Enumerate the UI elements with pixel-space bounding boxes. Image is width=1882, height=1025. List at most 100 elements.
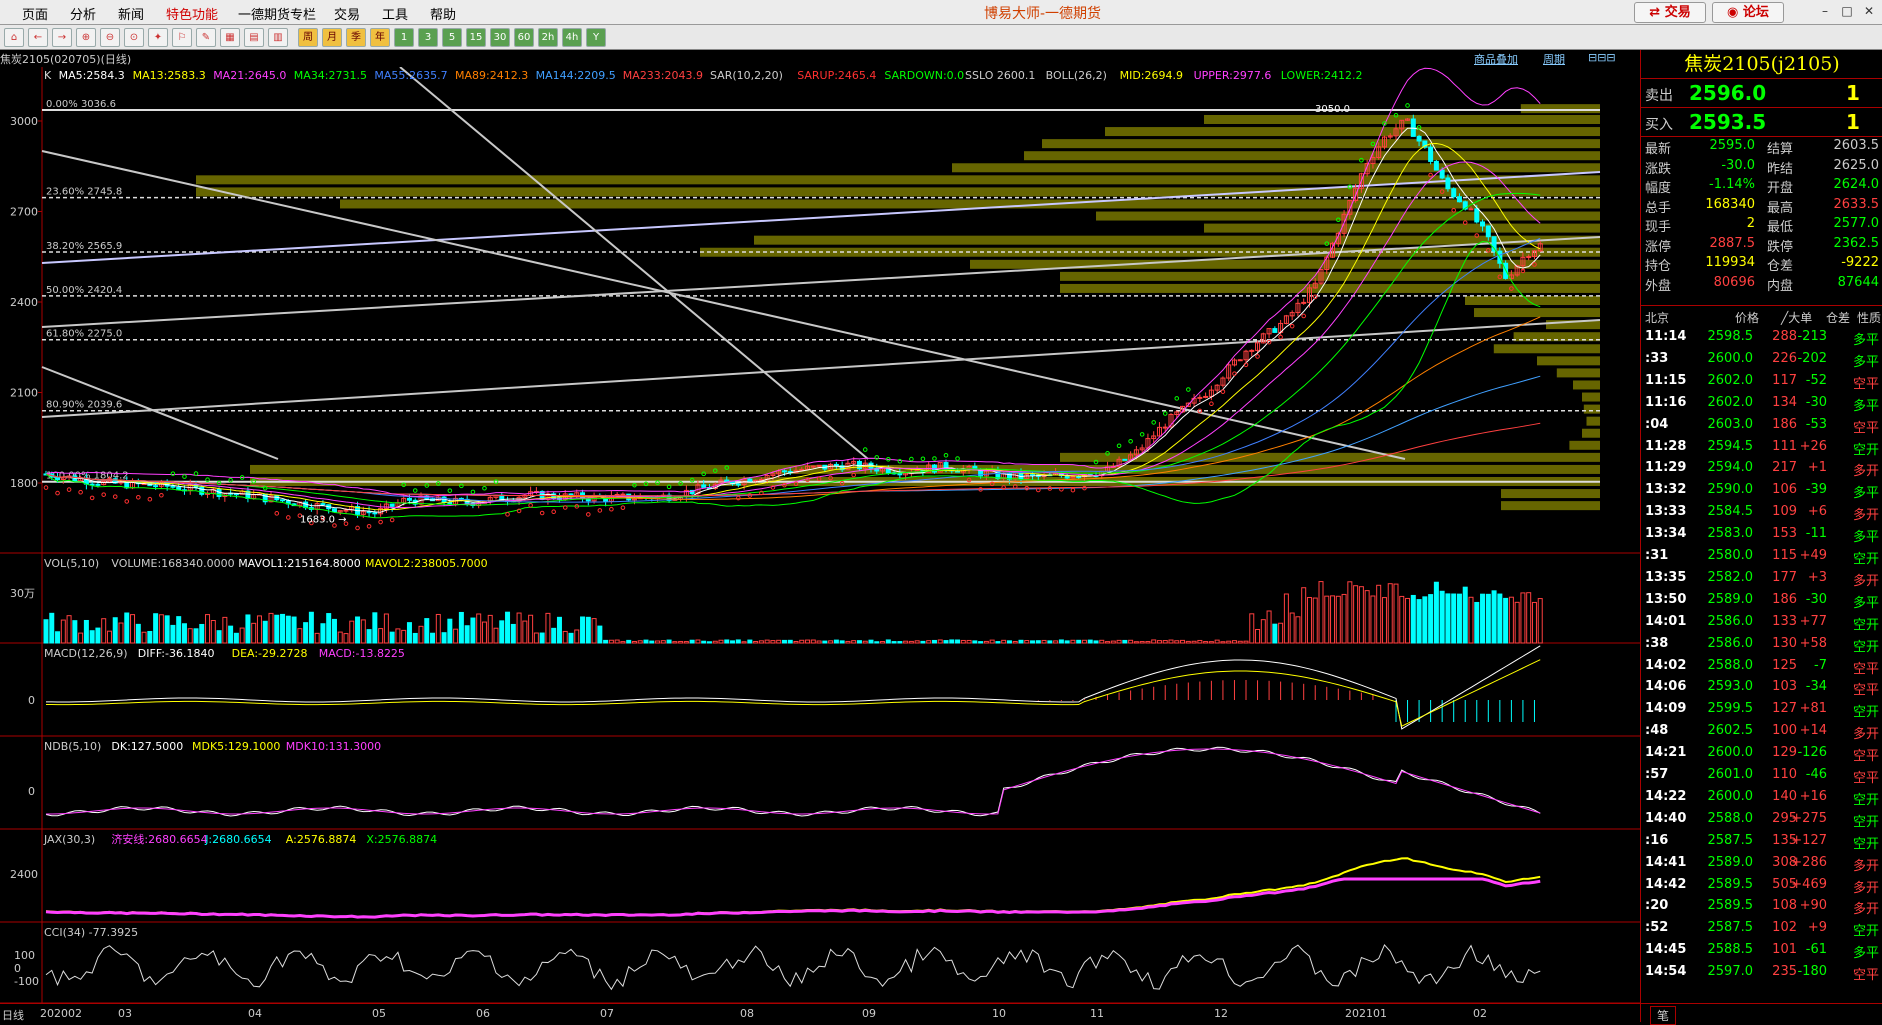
main-indicator-label: MID:2694.9 — [1120, 69, 1183, 82]
sar-dot — [470, 489, 476, 495]
menu-column[interactable]: 一德期货专栏 — [238, 4, 316, 23]
ndb-indicator-label: DK:127.5000 — [111, 740, 183, 753]
period-button-9[interactable]: 60 — [514, 28, 534, 47]
menu-page[interactable]: 页面 — [22, 4, 48, 23]
tick-row[interactable]: 13:32 2590.0 106 -39 多平 — [1641, 479, 1882, 501]
tick-row[interactable]: 11:29 2594.0 217 +1 多开 — [1641, 457, 1882, 479]
tick-row[interactable]: :04 2603.0 186 -53 空平 — [1641, 414, 1882, 436]
tick-nature: 空平 — [1852, 749, 1879, 765]
tick-row[interactable]: 11:28 2594.5 111 +26 空开 — [1641, 436, 1882, 458]
tick-row[interactable]: 14:45 2588.5 101 -61 多平 — [1641, 939, 1882, 961]
sar-dot — [1220, 389, 1226, 394]
tick-row[interactable]: :33 2600.0 226 -202 多平 — [1641, 348, 1882, 370]
zoom-out-icon[interactable]: ⊖ — [100, 28, 120, 47]
tick-row[interactable]: 14:21 2600.0 129 -126 空平 — [1641, 742, 1882, 765]
period-button-4[interactable]: 1 — [394, 28, 414, 47]
tick-row[interactable]: 13:34 2583.0 153 -11 多平 — [1641, 523, 1882, 545]
volume-bar — [1255, 628, 1261, 644]
tick-row[interactable]: 14:02 2588.0 125 -7 空平 — [1641, 655, 1882, 677]
volume-indicator-label: MAVOL1:215164.8000 — [238, 557, 361, 570]
pen-icon[interactable]: ✎ — [196, 28, 216, 47]
candle — [366, 511, 372, 514]
tick-row[interactable]: :16 2587.5 135 +127 空开 — [1641, 830, 1882, 852]
tick-row[interactable]: 14:06 2593.0 103 -34 空平 — [1641, 676, 1882, 698]
tick-nature: 空开 — [1852, 617, 1879, 633]
period-button-2[interactable]: 季 — [346, 28, 366, 47]
volume-bar — [1439, 590, 1445, 644]
menu-help[interactable]: 帮助 — [430, 4, 456, 23]
menu-features[interactable]: 特色功能 — [166, 4, 218, 23]
home-icon[interactable]: ⌂ — [4, 28, 24, 47]
period-button-8[interactable]: 30 — [490, 28, 510, 47]
period-button-12[interactable]: Y — [586, 28, 606, 47]
tick-row[interactable]: 14:01 2586.0 133 +77 空开 — [1641, 611, 1882, 633]
period-button-5[interactable]: 3 — [418, 28, 438, 47]
star-icon[interactable]: ✦ — [148, 28, 168, 47]
tick-row[interactable]: :57 2601.0 110 -46 空平 — [1641, 764, 1882, 786]
tick-tab[interactable]: 笔 — [1650, 1006, 1677, 1025]
tick-row[interactable]: :31 2580.0 115 +49 空开 — [1641, 545, 1882, 567]
trade-button[interactable]: ⇄ 交易 — [1634, 2, 1706, 23]
period-button-1[interactable]: 月 — [322, 28, 342, 47]
volume-bar — [591, 618, 597, 644]
tick-row[interactable]: :48 2602.5 100 +14 多开 — [1641, 720, 1882, 742]
volume-bar — [378, 628, 384, 644]
close-icon[interactable]: ✕ — [1860, 3, 1878, 19]
tick-row[interactable]: :20 2589.5 108 +90 多开 — [1641, 895, 1882, 917]
volume-bar — [556, 616, 562, 644]
candle — [1480, 221, 1486, 227]
time-axis-label: 04 — [248, 1007, 262, 1020]
period-button-6[interactable]: 5 — [442, 28, 462, 47]
volume-bar — [1018, 639, 1024, 644]
layout-icon[interactable]: ⊟⊟⊟ — [1588, 51, 1616, 64]
zoom-in-icon[interactable]: ⊕ — [76, 28, 96, 47]
minimize-icon[interactable]: – — [1816, 3, 1834, 19]
period-button-11[interactable]: 4h — [562, 28, 582, 47]
tick-row[interactable]: 11:15 2602.0 117 -52 空平 — [1641, 370, 1882, 392]
menu-news[interactable]: 新闻 — [118, 4, 144, 23]
sar-dot — [1070, 487, 1076, 493]
tick-row[interactable]: 11:16 2602.0 134 -30 多平 — [1641, 392, 1882, 414]
forum-button[interactable]: ◉ 论坛 — [1712, 2, 1784, 23]
sar-dot — [124, 499, 130, 504]
volume-bar — [124, 612, 130, 644]
forward-icon[interactable]: → — [52, 28, 72, 47]
period-button-7[interactable]: 15 — [466, 28, 486, 47]
volume-bar — [487, 614, 493, 644]
kline-chart[interactable]: 0.00% 3036.6 23.60% 2745.8 38.20% 2565.9 50… — [0, 67, 1640, 1003]
menu-analysis[interactable]: 分析 — [70, 4, 96, 23]
menu-tools[interactable]: 工具 — [382, 4, 408, 23]
period-link[interactable]: 周期 — [1543, 51, 1565, 67]
volume-bar — [868, 639, 874, 644]
maximize-icon[interactable]: □ — [1838, 3, 1856, 19]
back-icon[interactable]: ← — [28, 28, 48, 47]
candle — [1428, 146, 1434, 162]
tick-row[interactable]: :52 2587.5 102 +9 空开 — [1641, 917, 1882, 939]
tick-row[interactable]: 13:35 2582.0 177 +3 多开 — [1641, 567, 1882, 589]
tick-row[interactable]: 11:14 2598.5 288 -213 多平 — [1641, 326, 1882, 348]
target-icon[interactable]: ⊙ — [124, 28, 144, 47]
tick-row[interactable]: 13:33 2584.5 109 +6 多开 — [1641, 501, 1882, 523]
tick-row[interactable]: 14:54 2597.0 235 -180 空平 — [1641, 961, 1882, 983]
tick-row[interactable]: 13:50 2589.0 186 -30 多平 — [1641, 589, 1882, 611]
tick-row[interactable]: 14:40 2588.0 295 +275 空开 — [1641, 808, 1882, 830]
period-button-0[interactable]: 周 — [298, 28, 318, 47]
tick-row[interactable]: 14:09 2599.5 127 +81 空开 — [1641, 698, 1882, 720]
y-axis-label: 2700 — [10, 206, 38, 219]
volume-bar — [205, 614, 211, 644]
volume-bar — [95, 627, 101, 644]
tick-volume: 115 — [1772, 548, 1797, 563]
flag-icon[interactable]: ⚐ — [172, 28, 192, 47]
tick-row[interactable]: 14:41 2589.0 308 +286 多开 — [1641, 852, 1882, 874]
macd-indicator-label: MACD(12,26,9) — [44, 647, 128, 660]
period-button-3[interactable]: 年 — [370, 28, 390, 47]
columns-icon[interactable]: ▥ — [268, 28, 288, 47]
grid-icon[interactable]: ▦ — [220, 28, 240, 47]
list-icon[interactable]: ▤ — [244, 28, 264, 47]
tick-row[interactable]: 14:42 2589.5 505 +469 多开 — [1641, 874, 1882, 896]
tick-row[interactable]: 14:22 2600.0 140 +16 空开 — [1641, 786, 1882, 808]
overlay-link[interactable]: 商品叠加 — [1474, 51, 1518, 67]
menu-trade[interactable]: 交易 — [334, 4, 360, 23]
tick-row[interactable]: :38 2586.0 130 +58 空开 — [1641, 633, 1882, 655]
period-button-10[interactable]: 2h — [538, 28, 558, 47]
